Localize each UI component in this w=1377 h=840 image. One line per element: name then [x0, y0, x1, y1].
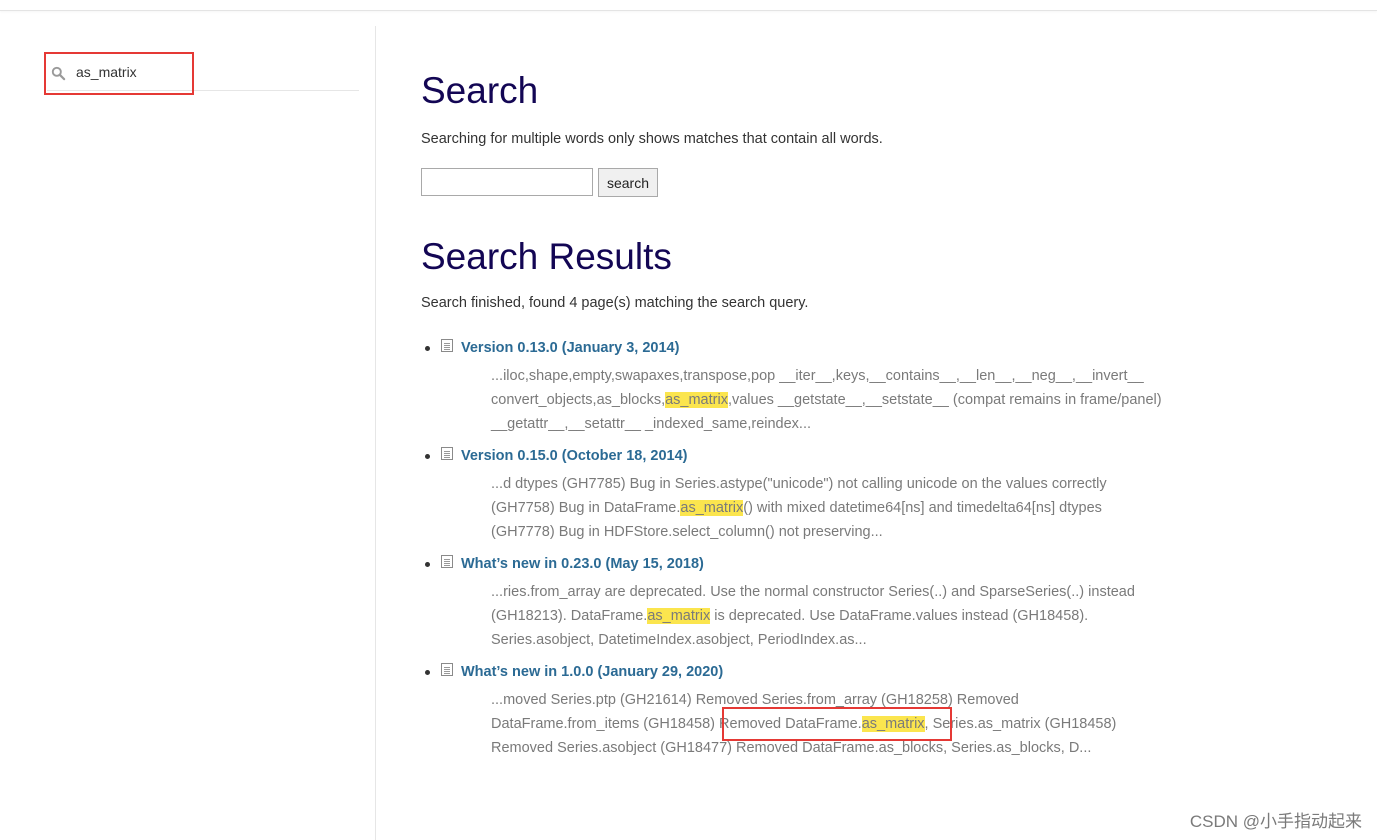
highlighted-term: as_matrix — [861, 716, 925, 732]
context-text: , Series.as_matrix (GH18458) — [924, 716, 1117, 732]
document-icon — [441, 339, 453, 352]
search-hint: Searching for multiple words only shows … — [421, 131, 883, 147]
context-text: convert_objects,as_blocks, — [491, 392, 666, 408]
context-line: ...ries.from_array are deprecated. Use t… — [491, 584, 1135, 600]
sidebar: as_matrix — [0, 26, 376, 840]
result-context: ...ries.from_array are deprecated. Use t… — [491, 580, 1135, 652]
highlighted-term: as_matrix — [665, 392, 728, 408]
context-line: (GH7758) Bug in DataFrame.as_matrix() wi… — [491, 496, 1107, 520]
search-status: Search finished, found 4 page(s) matchin… — [421, 295, 809, 311]
context-text: ,values __getstate__,__setstate__ (compa… — [727, 392, 1162, 408]
result-item: What’s new in 0.23.0 (May 15, 2018) ...r… — [421, 554, 1321, 662]
context-text: is deprecated. Use DataFrame.values inst… — [710, 608, 1089, 624]
result-link[interactable]: Version 0.15.0 (October 18, 2014) — [461, 448, 687, 464]
result-context: ...moved Series.ptp (GH21614) Removed Se… — [491, 688, 1116, 760]
document-icon — [441, 663, 453, 676]
list-bullet — [425, 454, 430, 459]
context-line: (GH7778) Bug in HDFStore.select_column()… — [491, 524, 883, 540]
results-title: Search Results — [421, 236, 672, 277]
result-item: Version 0.13.0 (January 3, 2014) ...iloc… — [421, 338, 1321, 446]
document-icon — [441, 555, 453, 568]
result-link[interactable]: Version 0.13.0 (January 3, 2014) — [461, 340, 679, 356]
highlighted-term: as_matrix — [680, 500, 744, 516]
context-line: Removed Series.asobject (GH18477) Remove… — [491, 740, 1092, 756]
context-line: DataFrame.from_items (GH18458) Removed D… — [491, 712, 1116, 736]
list-bullet — [425, 562, 430, 567]
context-line: Series.asobject, DatetimeIndex.asobject,… — [491, 632, 867, 648]
context-text: (GH7758) Bug in DataFrame. — [491, 500, 681, 516]
search-input[interactable] — [421, 168, 593, 196]
result-link[interactable]: What’s new in 1.0.0 (January 29, 2020) — [461, 664, 723, 680]
context-line: (GH18213). DataFrame.as_matrix is deprec… — [491, 604, 1135, 628]
result-item: What’s new in 1.0.0 (January 29, 2020) .… — [421, 662, 1321, 770]
context-line: ...d dtypes (GH7785) Bug in Series.astyp… — [491, 476, 1107, 492]
sidebar-search-input[interactable]: as_matrix — [76, 64, 137, 80]
search-button[interactable]: search — [598, 168, 658, 197]
context-text: DataFrame.from_items (GH18458) Removed D… — [491, 716, 862, 732]
result-context: ...d dtypes (GH7785) Bug in Series.astyp… — [491, 472, 1107, 544]
context-text: (GH18213). DataFrame. — [491, 608, 648, 624]
list-bullet — [425, 346, 430, 351]
search-icon — [51, 66, 66, 81]
document-icon — [441, 447, 453, 460]
sidebar-search[interactable]: as_matrix — [47, 56, 359, 91]
context-line: __getattr__,__setattr__ _indexed_same,re… — [491, 416, 812, 432]
highlighted-term: as_matrix — [647, 608, 711, 624]
page-title: Search — [421, 70, 539, 111]
context-line: convert_objects,as_blocks,as_matrix,valu… — [491, 388, 1162, 412]
top-bar — [0, 0, 1377, 11]
result-link[interactable]: What’s new in 0.23.0 (May 15, 2018) — [461, 556, 704, 572]
result-item: Version 0.15.0 (October 18, 2014) ...d d… — [421, 446, 1321, 554]
list-bullet — [425, 670, 430, 675]
context-line: ...moved Series.ptp (GH21614) Removed Se… — [491, 692, 1019, 708]
results-list: Version 0.13.0 (January 3, 2014) ...iloc… — [421, 338, 1321, 770]
context-text: () with mixed datetime64[ns] and timedel… — [743, 500, 1102, 516]
result-context: ...iloc,shape,empty,swapaxes,transpose,p… — [491, 364, 1162, 436]
context-line: ...iloc,shape,empty,swapaxes,transpose,p… — [491, 368, 1144, 384]
watermark: CSDN @小手指动起来 — [1189, 812, 1362, 831]
